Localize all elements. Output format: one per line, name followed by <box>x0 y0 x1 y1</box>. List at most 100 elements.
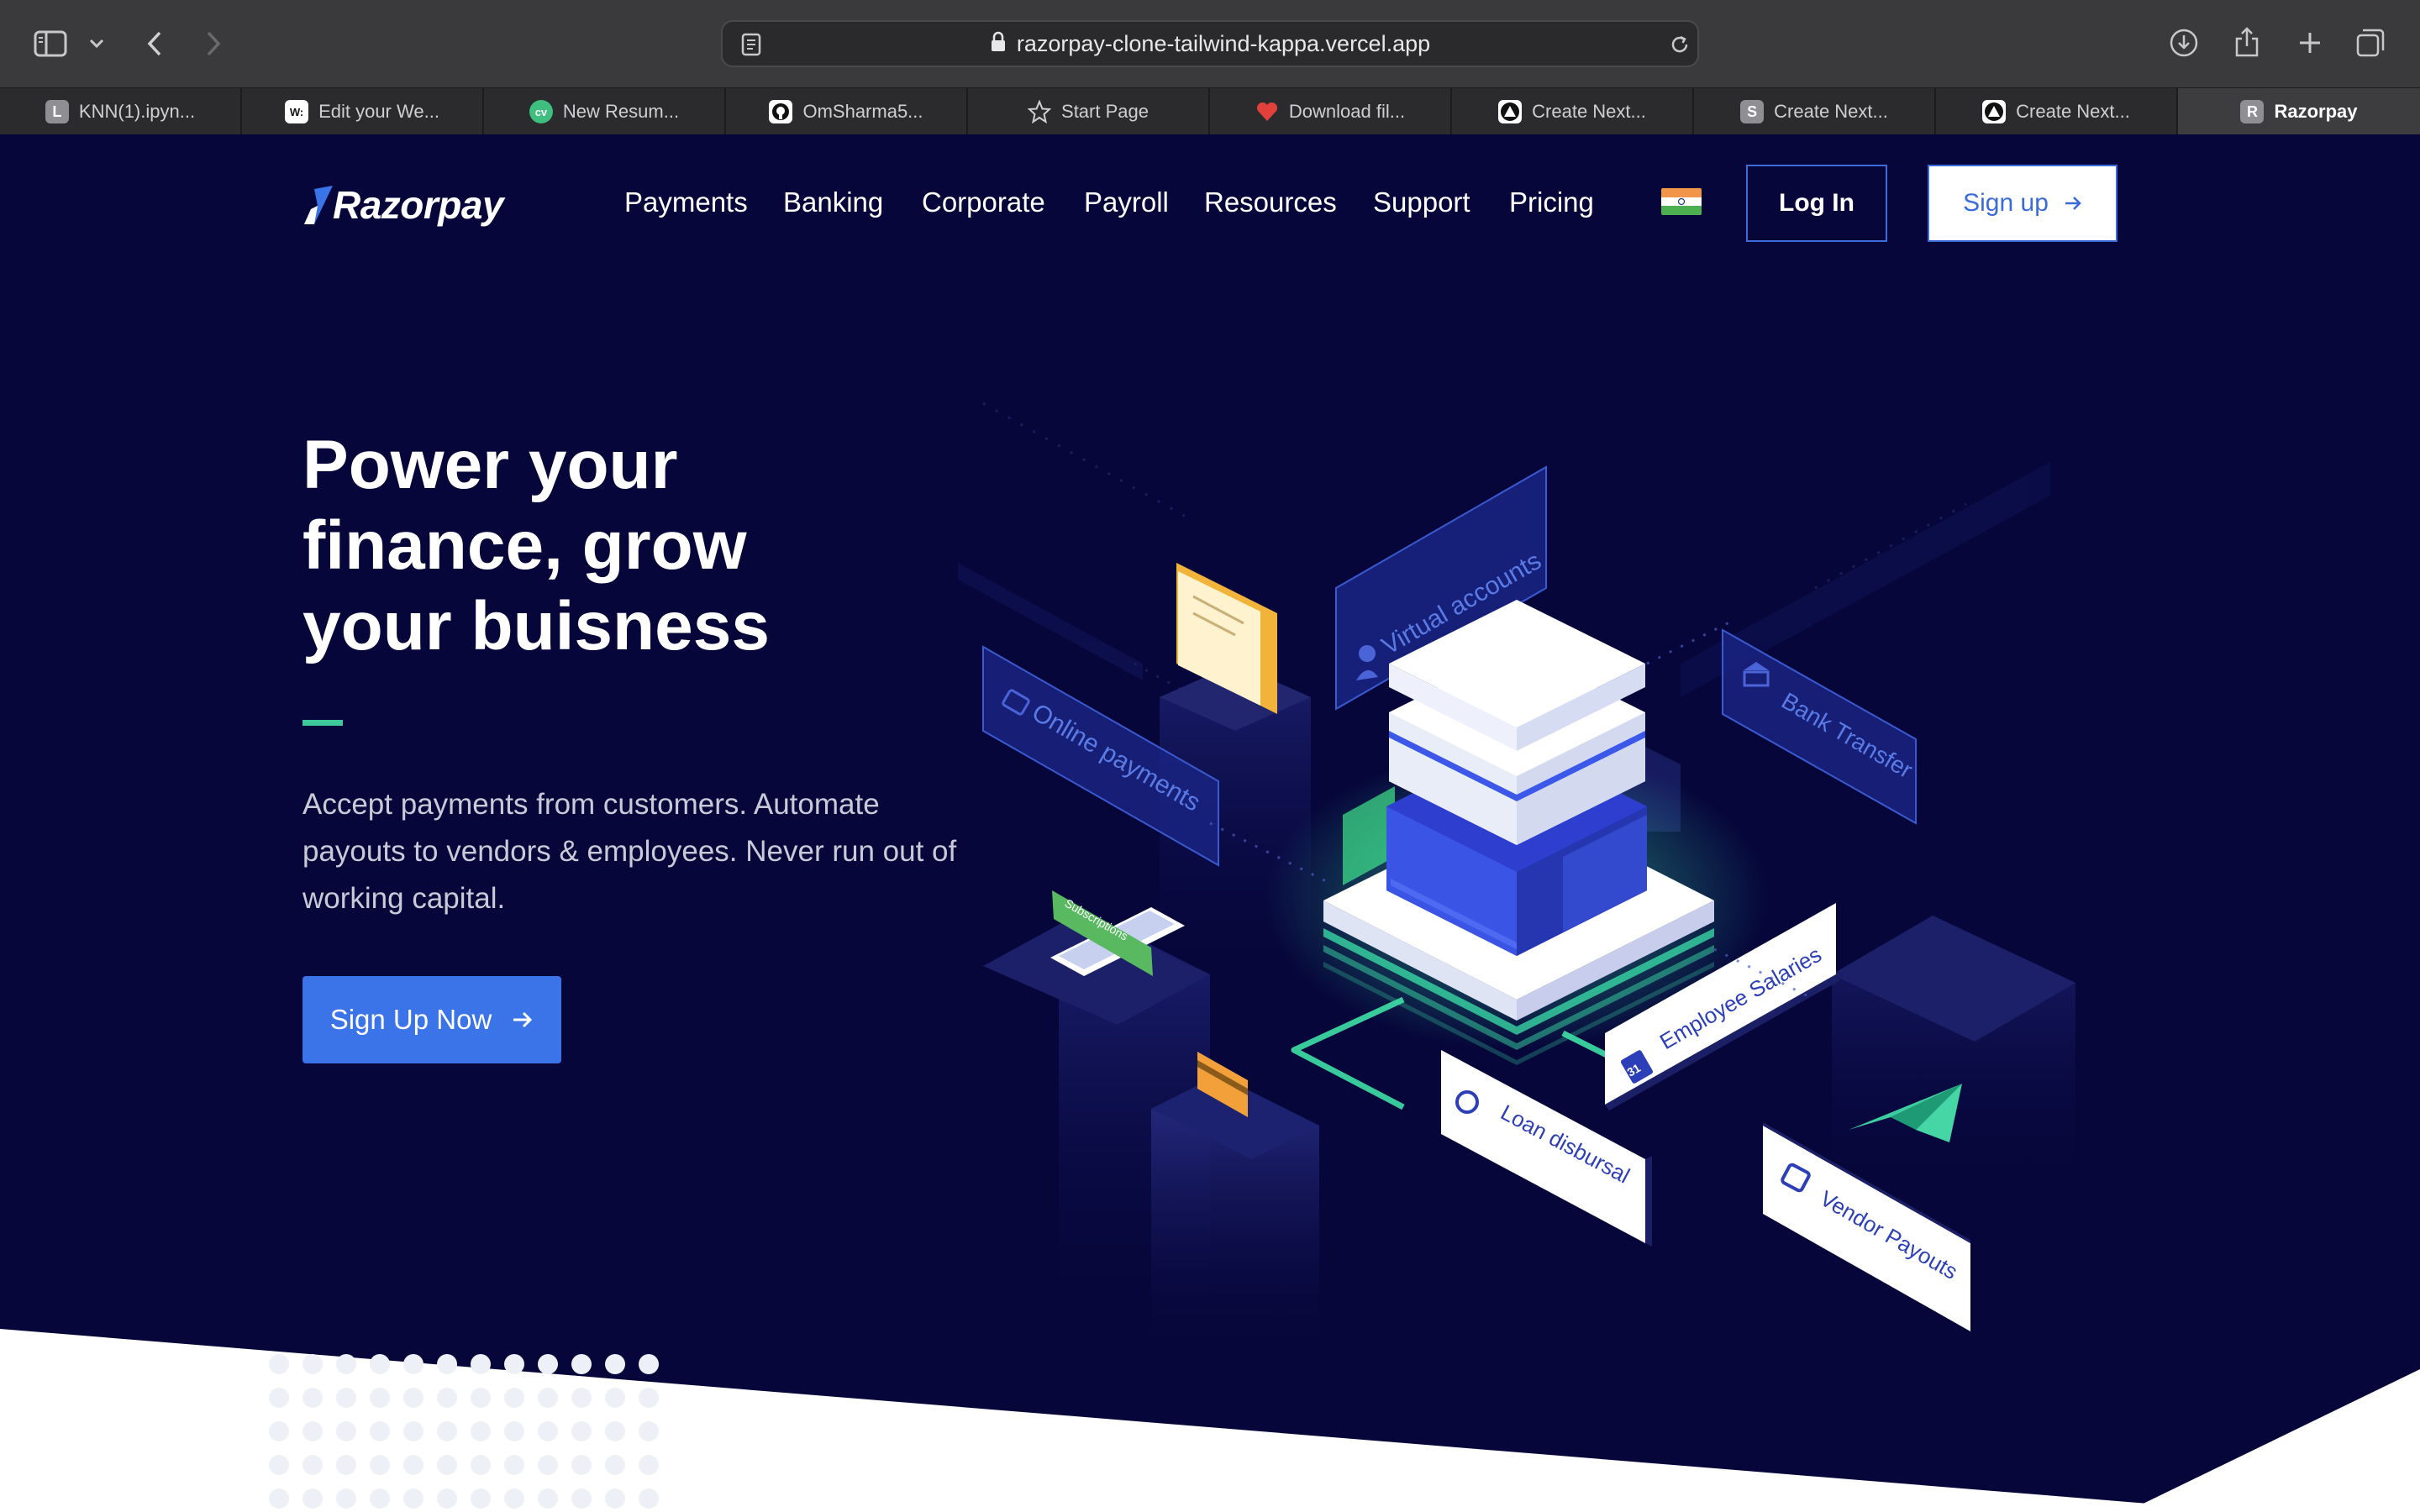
decor-dot <box>504 1455 524 1475</box>
arrow-right-icon <box>513 1011 533 1028</box>
decor-dot <box>302 1388 323 1408</box>
nav-resources[interactable]: Resources <box>1204 185 1337 220</box>
decor-dot <box>538 1455 558 1475</box>
decor-dot <box>571 1354 592 1374</box>
decor-dot <box>571 1421 592 1441</box>
nav-payroll[interactable]: Payroll <box>1084 185 1169 220</box>
signup-button[interactable]: Sign up <box>1928 165 2118 242</box>
decor-dot <box>471 1354 491 1374</box>
decor-dot <box>336 1388 356 1408</box>
tab-label: Create Next... <box>1532 101 1646 122</box>
new-tab-icon[interactable] <box>2294 27 2326 59</box>
signup-label: Sign up <box>1963 189 2049 217</box>
tab-create-next-1[interactable]: Create Next... <box>1452 88 1694 135</box>
razorpay-logo[interactable]: Razorpay <box>302 178 504 232</box>
hero-title-line-3: your buisness <box>302 588 770 664</box>
decor-dot <box>403 1455 424 1475</box>
decor-dot <box>269 1388 289 1408</box>
decor-dot <box>336 1421 356 1441</box>
tab-knn[interactable]: L KNN(1).ipyn... <box>0 88 242 135</box>
url-text[interactable]: razorpay-clone-tailwind-kappa.vercel.app <box>723 22 1697 66</box>
decor-dot <box>571 1388 592 1408</box>
star-icon <box>1028 100 1052 123</box>
sign-up-now-button[interactable]: Sign Up Now <box>302 976 561 1063</box>
tab-start-page[interactable]: Start Page <box>968 88 1210 135</box>
sidebar-icon[interactable] <box>32 27 69 60</box>
login-button[interactable]: Log In <box>1746 165 1887 242</box>
tab-edit-website[interactable]: W: Edit your We... <box>242 88 484 135</box>
tab-overview-icon[interactable] <box>2353 25 2388 60</box>
nav-banking[interactable]: Banking <box>783 185 883 220</box>
decor-dot <box>370 1488 390 1509</box>
india-flag-icon[interactable] <box>1661 188 1702 215</box>
tab-label: Razorpay <box>2274 101 2358 122</box>
tab-create-next-3[interactable]: Create Next... <box>1936 88 2178 135</box>
back-icon[interactable] <box>139 25 170 62</box>
reload-icon[interactable] <box>1667 32 1692 57</box>
tab-github[interactable]: OmSharma5... <box>726 88 968 135</box>
decor-dot <box>571 1488 592 1509</box>
lock-icon <box>990 24 1007 67</box>
arrow-right-icon <box>2065 197 2081 210</box>
tab-favicon: R <box>2240 100 2265 123</box>
heart-icon <box>1255 100 1279 123</box>
hero-divider <box>302 720 343 726</box>
tab-download-files[interactable]: Download fil... <box>1210 88 1452 135</box>
decor-dot <box>370 1421 390 1441</box>
decor-dot <box>605 1421 625 1441</box>
tab-label: Start Page <box>1061 101 1149 122</box>
decorative-dot-grid <box>269 1354 659 1509</box>
decor-dot <box>437 1488 457 1509</box>
decor-dot <box>504 1488 524 1509</box>
triangle-icon <box>1982 100 2007 123</box>
decor-dot <box>605 1455 625 1475</box>
tab-new-resume[interactable]: cv New Resum... <box>484 88 726 135</box>
nav-corporate[interactable]: Corporate <box>922 185 1045 220</box>
tab-label: OmSharma5... <box>802 101 923 122</box>
decor-dot <box>639 1488 659 1509</box>
nav-payments[interactable]: Payments <box>624 185 748 220</box>
decor-dot <box>471 1455 491 1475</box>
decor-dot <box>605 1488 625 1509</box>
decor-dot <box>269 1421 289 1441</box>
decor-dot <box>605 1388 625 1408</box>
decor-dot <box>538 1421 558 1441</box>
hero-title: Power your finance, grow your buisness <box>302 425 908 667</box>
decor-dot <box>403 1354 424 1374</box>
decor-dot <box>437 1354 457 1374</box>
tab-favicon: W: <box>285 100 309 123</box>
download-icon[interactable] <box>2166 25 2202 60</box>
tab-create-next-2[interactable]: S Create Next... <box>1694 88 1936 135</box>
hero-title-line-2: finance, grow <box>302 507 747 584</box>
decor-dot <box>403 1388 424 1408</box>
decor-dot <box>302 1421 323 1441</box>
share-icon[interactable] <box>2230 24 2264 60</box>
decor-dot <box>269 1455 289 1475</box>
nav-pricing[interactable]: Pricing <box>1509 185 1594 220</box>
decor-dot <box>639 1388 659 1408</box>
decor-dot <box>538 1488 558 1509</box>
tab-favicon: S <box>1740 100 1765 123</box>
decor-dot <box>336 1354 356 1374</box>
logo-mark-icon <box>304 186 333 224</box>
address-bar[interactable]: razorpay-clone-tailwind-kappa.vercel.app <box>721 20 1699 67</box>
decor-dot <box>269 1488 289 1509</box>
tab-label: Download fil... <box>1288 101 1406 122</box>
decor-dot <box>504 1354 524 1374</box>
tab-label: Edit your We... <box>318 101 439 122</box>
tab-label: Create Next... <box>1774 101 1888 122</box>
browser-toolbar: razorpay-clone-tailwind-kappa.vercel.app <box>0 0 2420 87</box>
tab-bar: L KNN(1).ipyn... W: Edit your We... cv N… <box>0 87 2420 135</box>
tab-favicon: L <box>45 100 69 123</box>
chevron-down-icon[interactable] <box>86 32 108 55</box>
decor-dot <box>370 1388 390 1408</box>
tab-razorpay[interactable]: R Razorpay <box>2178 88 2420 135</box>
cta-label: Sign Up Now <box>329 1004 492 1035</box>
decor-dot <box>302 1488 323 1509</box>
decor-dot <box>370 1455 390 1475</box>
decor-dot <box>437 1455 457 1475</box>
forward-icon[interactable] <box>198 25 229 62</box>
bank-transfer-card: Bank Transfer <box>1722 628 1917 825</box>
nav-support[interactable]: Support <box>1373 185 1470 220</box>
decor-dot <box>538 1354 558 1374</box>
